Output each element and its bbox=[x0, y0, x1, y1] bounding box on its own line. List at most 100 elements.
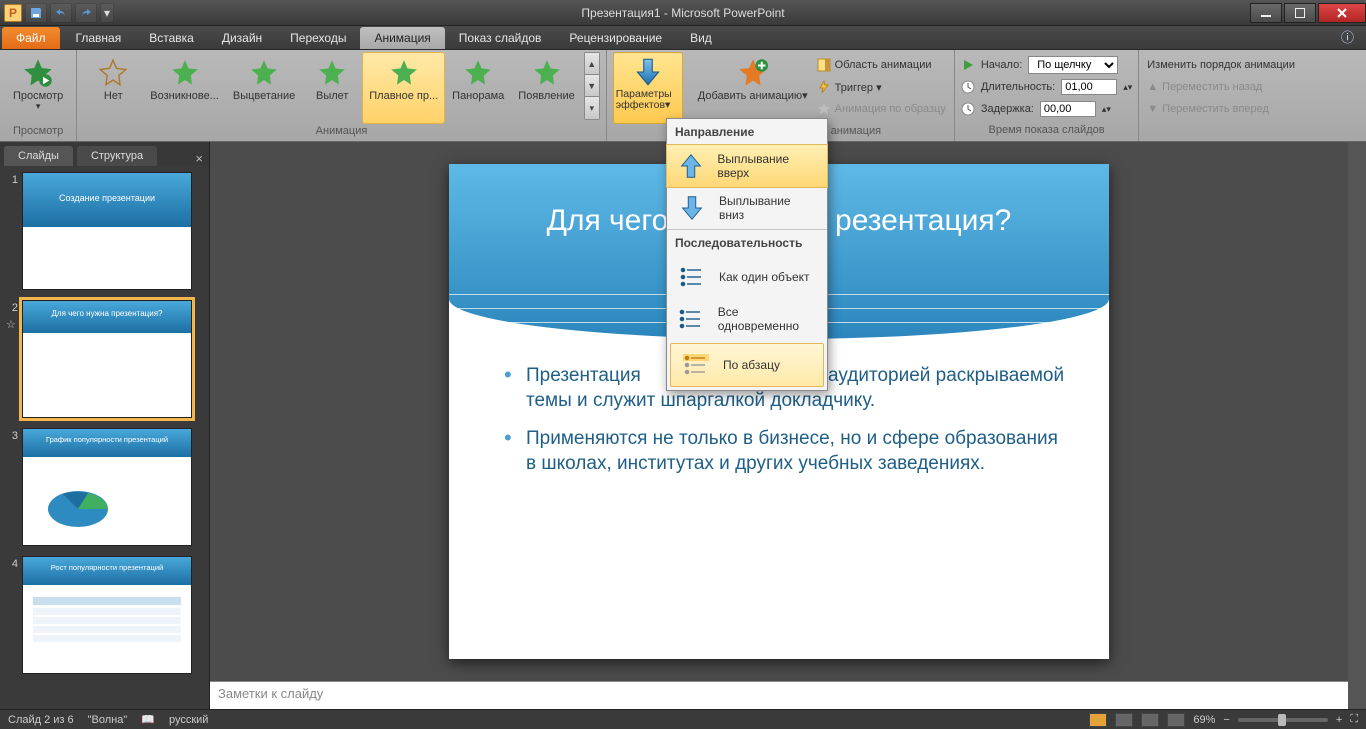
status-spelling-icon[interactable]: 📖 bbox=[141, 713, 155, 726]
start-dropdown[interactable]: По щелчку bbox=[1028, 56, 1118, 74]
status-theme: "Волна" bbox=[88, 714, 128, 726]
list-icon bbox=[675, 304, 708, 334]
list-highlight-icon bbox=[679, 350, 713, 380]
gallery-more[interactable]: ▾ bbox=[585, 97, 599, 119]
app-icon[interactable]: P bbox=[4, 4, 22, 22]
tab-design[interactable]: Дизайн bbox=[208, 27, 276, 49]
tab-view[interactable]: Вид bbox=[676, 27, 726, 49]
list-icon bbox=[675, 262, 709, 292]
view-reading[interactable] bbox=[1141, 713, 1159, 727]
duration-input[interactable] bbox=[1061, 79, 1117, 95]
anim-appear[interactable]: Возникнове... bbox=[143, 52, 226, 124]
bullet-2: Применяются не только в бизнесе, но и сф… bbox=[504, 427, 1069, 476]
thumbnail-4[interactable]: Рост популярности презентаций bbox=[22, 556, 192, 674]
tab-animation[interactable]: Анимация bbox=[360, 27, 444, 49]
tab-slideshow[interactable]: Показ слайдов bbox=[445, 27, 556, 49]
pie-chart-icon bbox=[43, 474, 123, 534]
arrow-down-icon bbox=[631, 55, 665, 89]
tab-review[interactable]: Рецензирование bbox=[555, 27, 676, 49]
anim-wipe[interactable]: Появление bbox=[511, 52, 581, 124]
view-normal[interactable] bbox=[1089, 713, 1107, 727]
anim-flyin[interactable]: Вылет bbox=[302, 52, 362, 124]
delay-input[interactable] bbox=[1040, 101, 1096, 117]
gallery-scroll: ▲ ▼ ▾ bbox=[584, 52, 600, 120]
add-animation-button[interactable]: Добавить анимацию▾ bbox=[691, 52, 815, 124]
option-as-one[interactable]: Как один объект bbox=[667, 256, 827, 298]
qat-redo-button[interactable] bbox=[75, 3, 97, 23]
fit-to-window[interactable]: ⛶ bbox=[1350, 713, 1358, 726]
duration-field: Длительность: ▴▾ bbox=[961, 77, 1132, 97]
lightning-icon bbox=[817, 80, 831, 94]
thumb-row: 3 График популярности презентаций bbox=[6, 428, 203, 546]
move-later-button[interactable]: ▼ Переместить вперед bbox=[1145, 99, 1271, 119]
zoom-in[interactable]: + bbox=[1336, 714, 1342, 726]
ribbon-tabs: Файл Главная Вставка Дизайн Переходы Ани… bbox=[0, 26, 1366, 50]
animation-painter-button[interactable]: Анимация по образцу bbox=[815, 99, 948, 119]
delay-field: Задержка: ▴▾ bbox=[961, 99, 1111, 119]
animation-pane-button[interactable]: Область анимации bbox=[815, 55, 948, 75]
popup-section-direction: Направление bbox=[667, 119, 827, 145]
tab-transitions[interactable]: Переходы bbox=[276, 27, 360, 49]
option-float-up[interactable]: Выплывание вверх bbox=[666, 144, 828, 188]
arrow-up-icon bbox=[675, 151, 707, 181]
animation-badge-icon: ☆ bbox=[6, 318, 16, 331]
arrow-down-icon bbox=[675, 193, 709, 223]
window-controls bbox=[1248, 3, 1366, 23]
status-slide-number: Слайд 2 из 6 bbox=[8, 714, 74, 726]
group-caption: Просмотр bbox=[6, 124, 70, 139]
thumb-row: 2☆ Для чего нужна презентация? bbox=[6, 300, 203, 418]
gallery-up[interactable]: ▲ bbox=[585, 53, 599, 75]
qat-undo-button[interactable] bbox=[50, 3, 72, 23]
popup-section-sequence: Последовательность bbox=[667, 229, 827, 256]
move-earlier-button[interactable]: ▲ Переместить назад bbox=[1145, 77, 1264, 97]
thumb-row: 4 Рост популярности презентаций bbox=[6, 556, 203, 674]
anim-fade[interactable]: Выцветание bbox=[226, 52, 302, 124]
maximize-button[interactable] bbox=[1284, 3, 1316, 23]
close-button[interactable] bbox=[1318, 3, 1366, 23]
clock-icon bbox=[961, 102, 975, 116]
tab-home[interactable]: Главная bbox=[62, 27, 136, 49]
anim-floatin[interactable]: Плавное пр... bbox=[362, 52, 445, 124]
play-icon bbox=[961, 58, 975, 72]
thumbnail-2[interactable]: Для чего нужна презентация? bbox=[22, 300, 192, 418]
status-language[interactable]: русский bbox=[169, 714, 208, 726]
zoom-out[interactable]: − bbox=[1223, 714, 1229, 726]
ribbon-group-reorder: Изменить порядок анимации ▲ Переместить … bbox=[1139, 50, 1303, 141]
option-all-at-once[interactable]: Все одновременно bbox=[667, 298, 827, 340]
thumbnails: 1 Создание презентации 2☆ Для чего нужна… bbox=[0, 166, 209, 709]
qat-save-button[interactable] bbox=[25, 3, 47, 23]
quick-access-toolbar: P ▾ bbox=[0, 3, 118, 23]
notes-pane[interactable]: Заметки к слайду bbox=[210, 681, 1348, 709]
start-field: Начало: По щелчку bbox=[961, 55, 1118, 75]
thumbnail-3[interactable]: График популярности презентаций bbox=[22, 428, 192, 546]
effect-options-button[interactable]: Параметры эффектов▾ bbox=[613, 52, 683, 124]
preview-button[interactable]: Просмотр ▾ bbox=[6, 52, 70, 124]
minimize-button[interactable] bbox=[1250, 3, 1282, 23]
panel-tab-outline[interactable]: Структура bbox=[77, 146, 157, 166]
slide-panel: Слайды Структура × 1 Создание презентаци… bbox=[0, 142, 210, 709]
clock-icon bbox=[961, 80, 975, 94]
panel-close[interactable]: × bbox=[195, 151, 203, 166]
option-by-paragraph[interactable]: По абзацу bbox=[670, 343, 824, 387]
ribbon-group-animation: Нет Возникнове... Выцветание Вылет Плавн… bbox=[77, 50, 607, 141]
anim-split[interactable]: Панорама bbox=[445, 52, 511, 124]
qat-customize-button[interactable]: ▾ bbox=[100, 3, 114, 23]
group-caption: Время показа слайдов bbox=[961, 123, 1132, 139]
vertical-scrollbar[interactable] bbox=[1348, 142, 1366, 709]
thumbnail-1[interactable]: Создание презентации bbox=[22, 172, 192, 290]
view-slideshow[interactable] bbox=[1167, 713, 1185, 727]
anim-none[interactable]: Нет bbox=[83, 52, 143, 124]
option-float-down[interactable]: Выплывание вниз bbox=[667, 187, 827, 229]
ribbon-group-preview: Просмотр ▾ Просмотр bbox=[0, 50, 77, 141]
thumb-row: 1 Создание презентации bbox=[6, 172, 203, 290]
tab-insert[interactable]: Вставка bbox=[135, 27, 208, 49]
trigger-button[interactable]: Триггер ▾ bbox=[815, 77, 948, 97]
zoom-slider[interactable] bbox=[1238, 718, 1328, 722]
zoom-label: 69% bbox=[1193, 714, 1215, 726]
panel-tab-slides[interactable]: Слайды bbox=[4, 146, 73, 166]
gallery-down[interactable]: ▼ bbox=[585, 75, 599, 97]
window-title: Презентация1 - Microsoft PowerPoint bbox=[118, 6, 1248, 20]
file-tab[interactable]: Файл bbox=[2, 27, 60, 49]
help-button[interactable]: ⓘ bbox=[1335, 24, 1360, 49]
view-sorter[interactable] bbox=[1115, 713, 1133, 727]
